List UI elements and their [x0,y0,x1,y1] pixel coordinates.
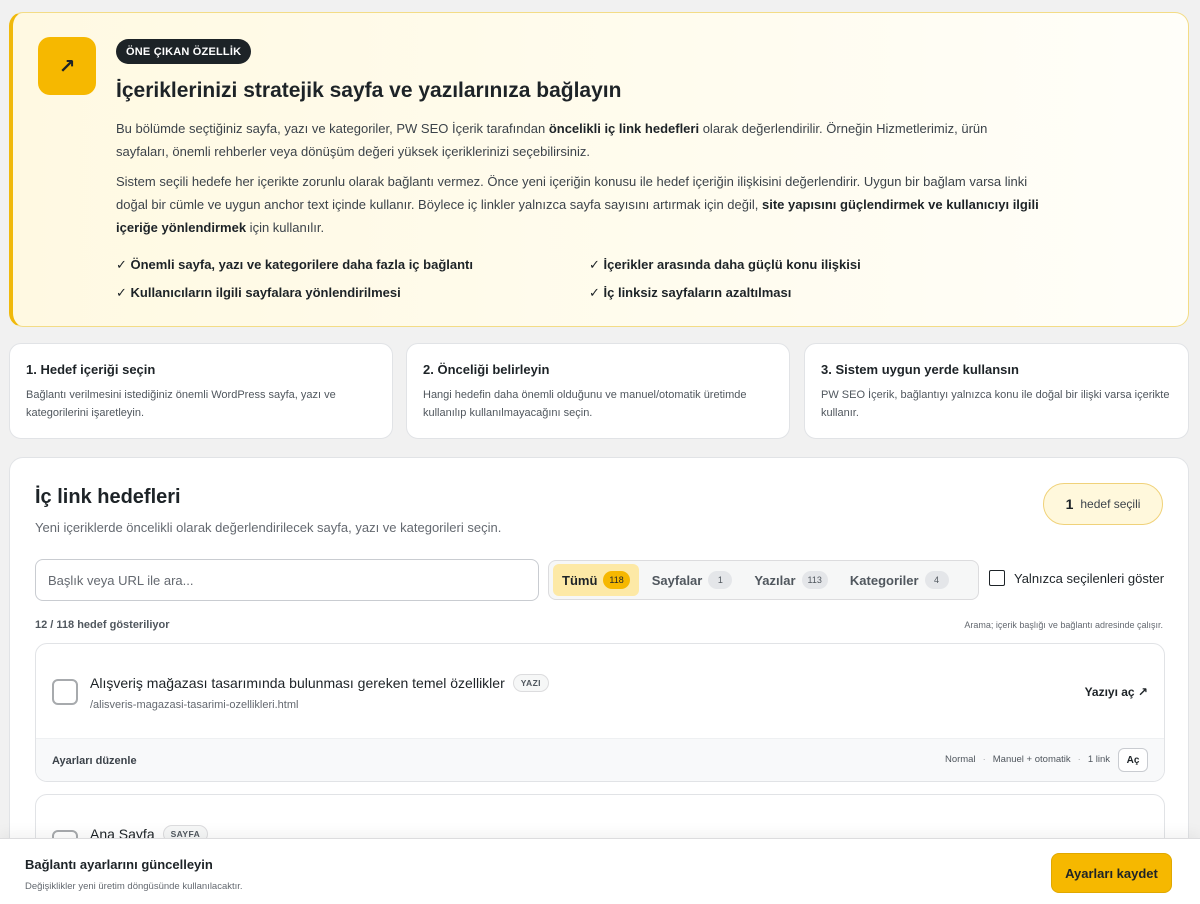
filter-tab-posts[interactable]: Yazılar 113 [745,564,837,596]
filter-tabs: Tümü 118 Sayfalar 1 Yazılar 113 Kategori… [548,560,979,600]
filter-tab-categories[interactable]: Kategoriler 4 [841,564,958,596]
only-selected-label: Yalnızca seçilenleri göster [1014,570,1165,586]
step-card-2: 2. Önceliği belirleyin Hangi hedefin dah… [406,343,790,439]
featured-hero: ↗ ÖNE ÇIKAN ÖZELLİK İçeriklerinizi strat… [9,12,1189,327]
target-url: /alisveris-magazasi-tasarimi-ozellikleri… [90,699,299,711]
only-selected-toggle[interactable]: Yalnızca seçilenleri göster [989,570,1164,586]
search-hint: Arama; içerik başlığı ve bağlantı adresi… [964,620,1163,630]
target-title-row: Alışveriş mağazası tasarımında bulunması… [90,674,549,692]
filter-tab-label: Tümü [562,572,598,588]
selected-count: 1 [1065,496,1074,512]
step-title: 3. Sistem uygun yerde kullansın [821,362,1019,377]
arrow-up-right-icon: ↗ [38,37,96,95]
hero-text: Bu bölümde seçtiğiniz sayfa, yazı ve kat… [116,121,549,136]
save-bar: Bağlantı ayarlarını güncelleyin Değişikl… [0,838,1200,904]
filter-tab-count: 1 [708,571,733,589]
panel-title: İç link hedefleri [35,486,181,508]
step-description: PW SEO İçerik, bağlantıyı yalnızca konu … [821,389,1170,419]
filter-tab-label: Yazılar [754,572,796,588]
target-meta: Normal · Manuel + otomatik · 1 link [945,754,1110,765]
filter-tab-pages[interactable]: Sayfalar 1 [643,564,742,596]
mode-value: Manuel + otomatik [992,754,1071,765]
featured-badge: ÖNE ÇIKAN ÖZELLİK [116,39,252,64]
save-bar-subtitle: Değişiklikler yeni üretim döngüsünde kul… [25,881,243,892]
search-input[interactable] [35,559,539,601]
internal-link-targets-panel: İç link hedefleri Yeni içeriklerde öncel… [9,457,1189,904]
save-settings-button[interactable]: Ayarları kaydet [1051,853,1172,893]
filter-tab-count: 4 [924,571,949,589]
filter-tab-all[interactable]: Tümü 118 [553,564,639,596]
panel-subtitle: Yeni içeriklerde öncelikli olarak değerl… [35,520,502,535]
filter-tab-label: Kategoriler [849,572,919,588]
separator: · [1077,754,1081,765]
filter-tab-label: Sayfalar [651,572,703,588]
step-card-1: 1. Hedef içeriği seçin Bağlantı verilmes… [9,343,393,439]
hero-text: için kullanılır. [246,220,325,235]
benefit-item: ✓ İç linksiz sayfaların azaltılması [589,285,792,300]
edit-settings-label[interactable]: Ayarları düzenle [52,755,137,767]
selected-count-badge: 1 hedef seçili [1043,483,1163,525]
separator: · [982,754,986,765]
only-selected-checkbox[interactable] [989,570,1005,586]
open-post-link[interactable]: Yazıyı aç ↗ [1085,685,1148,699]
step-title: 2. Önceliği belirleyin [423,362,550,377]
benefit-item: ✓ Kullanıcıların ilgili sayfalara yönlen… [116,285,401,300]
step-card-3: 3. Sistem uygun yerde kullansın PW SEO İ… [804,343,1189,439]
target-checkbox[interactable] [52,679,78,705]
step-title: 1. Hedef içeriği seçin [26,362,156,377]
results-count: 12 / 118 hedef gösteriliyor [35,619,170,631]
open-settings-button[interactable]: Aç [1118,748,1148,772]
step-description: Hangi hedefin daha önemli olduğunu ve ma… [423,389,747,419]
type-badge: YAZI [512,674,549,692]
links-value: 1 link [1087,754,1110,765]
hero-text-bold: öncelikli iç link hedefleri [548,121,700,136]
priority-value: Normal [944,754,976,765]
save-bar-title: Bağlantı ayarlarını güncelleyin [25,857,213,872]
benefit-item: ✓ Önemli sayfa, yazı ve kategorilere dah… [116,257,473,272]
target-settings-bar: Ayarları düzenle Normal · Manuel + otoma… [36,738,1164,781]
target-item: Alışveriş mağazası tasarımında bulunması… [35,643,1165,782]
hero-title: İçeriklerinizi stratejik sayfa ve yazıla… [116,79,622,102]
filter-tab-count: 113 [801,571,828,589]
hero-paragraph-2: Sistem seçili hedefe her içerikte zorunl… [116,170,1041,239]
selected-label: hedef seçili [1080,497,1141,511]
filter-tab-count: 118 [603,571,630,589]
target-title: Alışveriş mağazası tasarımında bulunması… [90,675,505,691]
benefit-item: ✓ İçerikler arasında daha güçlü konu ili… [589,257,861,272]
hero-paragraph-1: Bu bölümde seçtiğiniz sayfa, yazı ve kat… [116,117,1041,163]
step-description: Bağlantı verilmesini istediğiniz önemli … [26,389,336,419]
